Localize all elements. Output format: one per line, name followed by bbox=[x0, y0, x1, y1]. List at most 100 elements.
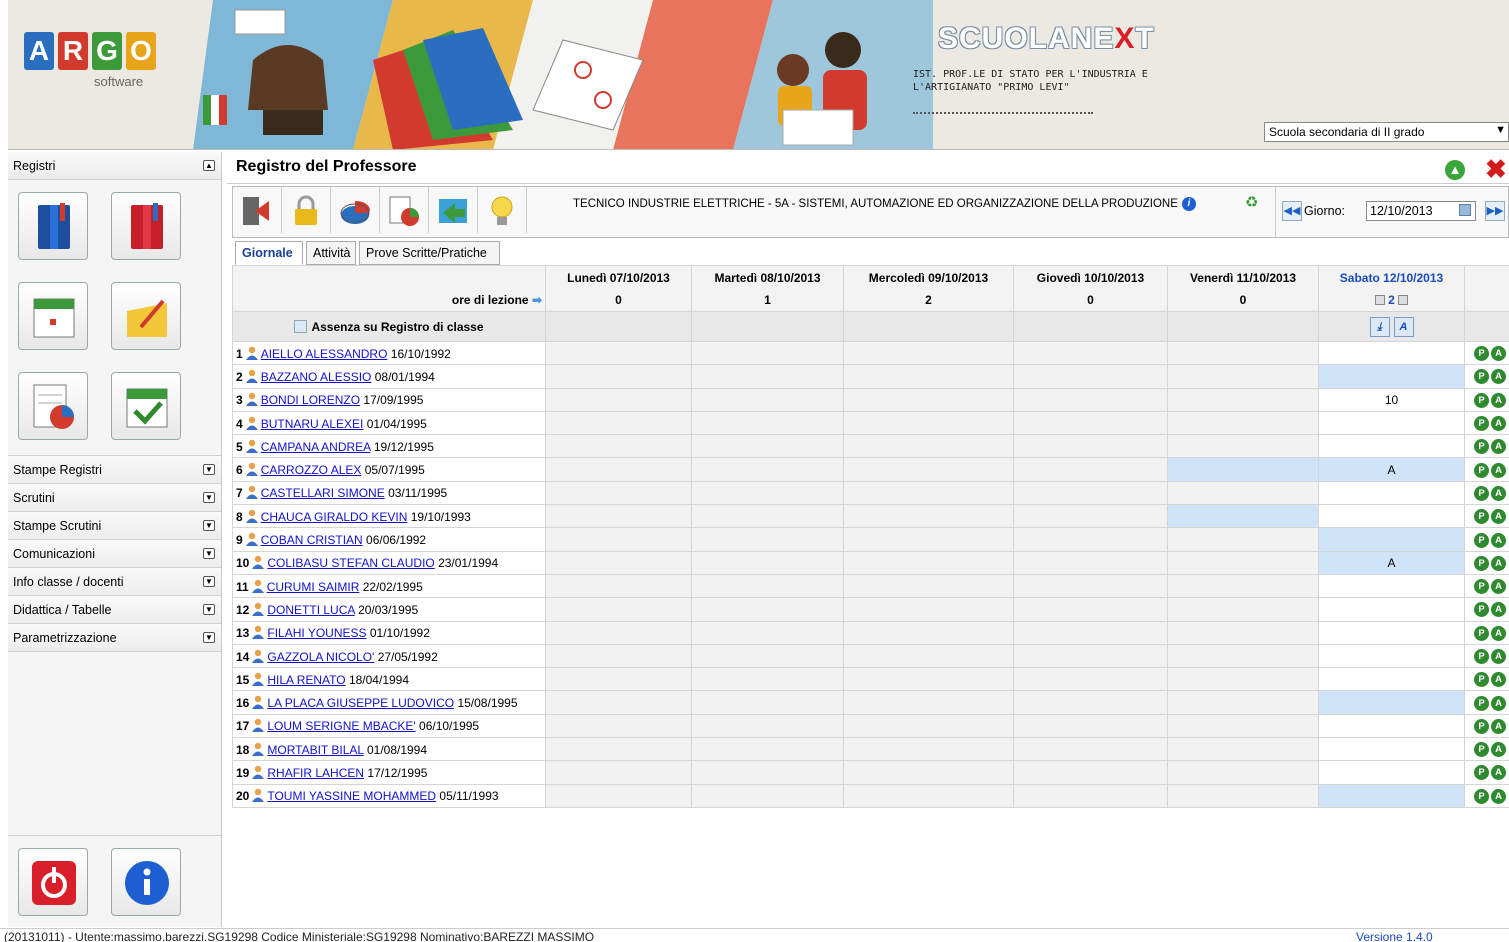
student-name-link[interactable]: GAZZOLA NICOLO' bbox=[267, 650, 374, 664]
day-cell[interactable] bbox=[691, 643, 844, 669]
checked-calendar-button[interactable] bbox=[111, 372, 181, 440]
student-name-link[interactable]: LOUM SERIGNE MBACKE' bbox=[267, 719, 415, 733]
import-button[interactable] bbox=[429, 187, 478, 233]
present-button[interactable]: P bbox=[1474, 602, 1489, 618]
day-cell[interactable] bbox=[843, 573, 1014, 599]
day-cell-fri[interactable] bbox=[1167, 783, 1319, 808]
absence-checkbox[interactable] bbox=[294, 319, 308, 333]
day-cell[interactable] bbox=[545, 667, 692, 692]
day-cell[interactable] bbox=[843, 340, 1014, 366]
collapse-icon[interactable]: ▲ bbox=[203, 160, 215, 171]
absent-button[interactable]: A bbox=[1491, 765, 1506, 781]
day-cell-fri[interactable] bbox=[1167, 340, 1319, 366]
day-cell[interactable] bbox=[691, 783, 844, 808]
day-cell-sat[interactable] bbox=[1318, 364, 1465, 389]
day-cell[interactable] bbox=[1013, 340, 1168, 366]
day-cell[interactable] bbox=[843, 737, 1014, 762]
student-name-link[interactable]: RHAFIR LAHCEN bbox=[267, 766, 364, 780]
student-name-link[interactable]: CARROZZO ALEX bbox=[261, 463, 362, 477]
day-cell[interactable] bbox=[843, 760, 1014, 785]
day-cell[interactable] bbox=[691, 760, 844, 785]
day-cell[interactable] bbox=[1013, 667, 1168, 692]
day-cell-sat[interactable] bbox=[1318, 713, 1465, 739]
day-cell[interactable] bbox=[843, 783, 1014, 808]
present-button[interactable]: P bbox=[1474, 788, 1489, 804]
day-cell-sat[interactable] bbox=[1318, 340, 1465, 366]
day-cell-sat[interactable] bbox=[1318, 434, 1465, 459]
day-cell[interactable] bbox=[545, 643, 692, 669]
day-cell[interactable] bbox=[545, 410, 692, 436]
expand-icon[interactable]: ▼ bbox=[203, 548, 215, 559]
absent-button[interactable]: A bbox=[1491, 416, 1506, 432]
student-name-link[interactable]: FILAHI YOUNESS bbox=[267, 626, 366, 640]
day-cell[interactable] bbox=[545, 550, 692, 575]
day-cell-sat[interactable] bbox=[1318, 480, 1465, 506]
student-name-link[interactable]: AIELLO ALESSANDRO bbox=[261, 347, 388, 361]
day-cell-fri[interactable] bbox=[1167, 550, 1319, 575]
day-cell[interactable] bbox=[691, 434, 844, 459]
absent-button[interactable]: A bbox=[1491, 625, 1506, 641]
absent-button[interactable]: A bbox=[1491, 718, 1506, 734]
text-format-icon[interactable]: A bbox=[1393, 316, 1414, 337]
day-cell-sat[interactable]: A bbox=[1318, 457, 1465, 482]
day-cell-sat[interactable]: A bbox=[1318, 550, 1465, 575]
day-cell[interactable] bbox=[691, 550, 844, 575]
decrease-hours-button[interactable] bbox=[1374, 295, 1385, 306]
day-cell[interactable] bbox=[691, 737, 844, 762]
day-cell[interactable] bbox=[1013, 690, 1168, 715]
tab-attivita[interactable]: Attività bbox=[306, 241, 356, 265]
day-cell[interactable] bbox=[545, 434, 692, 459]
day-cell[interactable] bbox=[545, 760, 692, 785]
day-cell[interactable] bbox=[1013, 550, 1168, 575]
exit-button[interactable] bbox=[233, 187, 282, 233]
day-cell[interactable] bbox=[1013, 387, 1168, 412]
day-cell-fri[interactable] bbox=[1167, 410, 1319, 436]
day-cell-sat[interactable] bbox=[1318, 667, 1465, 692]
expand-icon[interactable]: ▼ bbox=[203, 520, 215, 531]
expand-icon[interactable]: ▼ bbox=[203, 464, 215, 475]
day-cell[interactable] bbox=[1013, 713, 1168, 739]
student-name-link[interactable]: TOUMI YASSINE MOHAMMED bbox=[267, 789, 436, 803]
day-cell[interactable] bbox=[1013, 783, 1168, 808]
present-button[interactable]: P bbox=[1474, 765, 1489, 781]
sidebar-section-didattica[interactable]: Didattica / Tabelle ▼ bbox=[8, 596, 221, 624]
day-cell-fri[interactable] bbox=[1167, 504, 1319, 529]
increase-hours-button[interactable] bbox=[1398, 295, 1409, 306]
day-cell[interactable] bbox=[691, 410, 844, 436]
day-cell-fri[interactable] bbox=[1167, 737, 1319, 762]
present-button[interactable]: P bbox=[1474, 742, 1489, 758]
previous-day-button[interactable]: ◀◀ bbox=[1282, 201, 1302, 221]
absent-button[interactable]: A bbox=[1491, 742, 1506, 758]
reports-button[interactable] bbox=[18, 372, 88, 440]
day-cell-sat[interactable] bbox=[1318, 737, 1465, 762]
expand-icon[interactable]: ▼ bbox=[203, 576, 215, 587]
student-name-link[interactable]: COLIBASU STEFAN CLAUDIO bbox=[267, 556, 434, 570]
present-button[interactable]: P bbox=[1474, 625, 1489, 641]
pie-chart-button[interactable] bbox=[331, 187, 380, 233]
registro-professore-button[interactable] bbox=[111, 192, 181, 260]
absent-button[interactable]: A bbox=[1491, 485, 1506, 501]
day-cell-fri[interactable] bbox=[1167, 760, 1319, 785]
day-cell-sat[interactable] bbox=[1318, 690, 1465, 715]
day-cell[interactable] bbox=[843, 667, 1014, 692]
info-icon[interactable]: i bbox=[1181, 197, 1196, 211]
sidebar-section-stampe-scrutini[interactable]: Stampe Scrutini ▼ bbox=[8, 512, 221, 540]
tab-prove[interactable]: Prove Scritte/Pratiche bbox=[359, 241, 500, 265]
next-day-button[interactable]: ▶▶ bbox=[1485, 201, 1505, 221]
day-cell[interactable] bbox=[1013, 364, 1168, 389]
info-button[interactable] bbox=[111, 848, 181, 916]
day-cell[interactable] bbox=[843, 620, 1014, 645]
present-button[interactable]: P bbox=[1474, 346, 1489, 362]
day-cell[interactable] bbox=[843, 504, 1014, 529]
day-cell[interactable] bbox=[545, 364, 692, 389]
suggestions-button[interactable] bbox=[478, 187, 527, 233]
day-cell[interactable] bbox=[545, 387, 692, 412]
day-cell-sat[interactable] bbox=[1318, 783, 1465, 808]
sidebar-section-parametrizzazione[interactable]: Parametrizzazione ▼ bbox=[8, 624, 221, 652]
download-icon[interactable]: ⤓ bbox=[1369, 316, 1390, 337]
day-cell[interactable] bbox=[691, 387, 844, 412]
absent-button[interactable]: A bbox=[1491, 695, 1506, 711]
present-button[interactable]: P bbox=[1474, 649, 1489, 664]
absence-toggle-cell[interactable]: Assenza su Registro di classe bbox=[232, 311, 546, 342]
day-cell[interactable] bbox=[1013, 573, 1168, 599]
